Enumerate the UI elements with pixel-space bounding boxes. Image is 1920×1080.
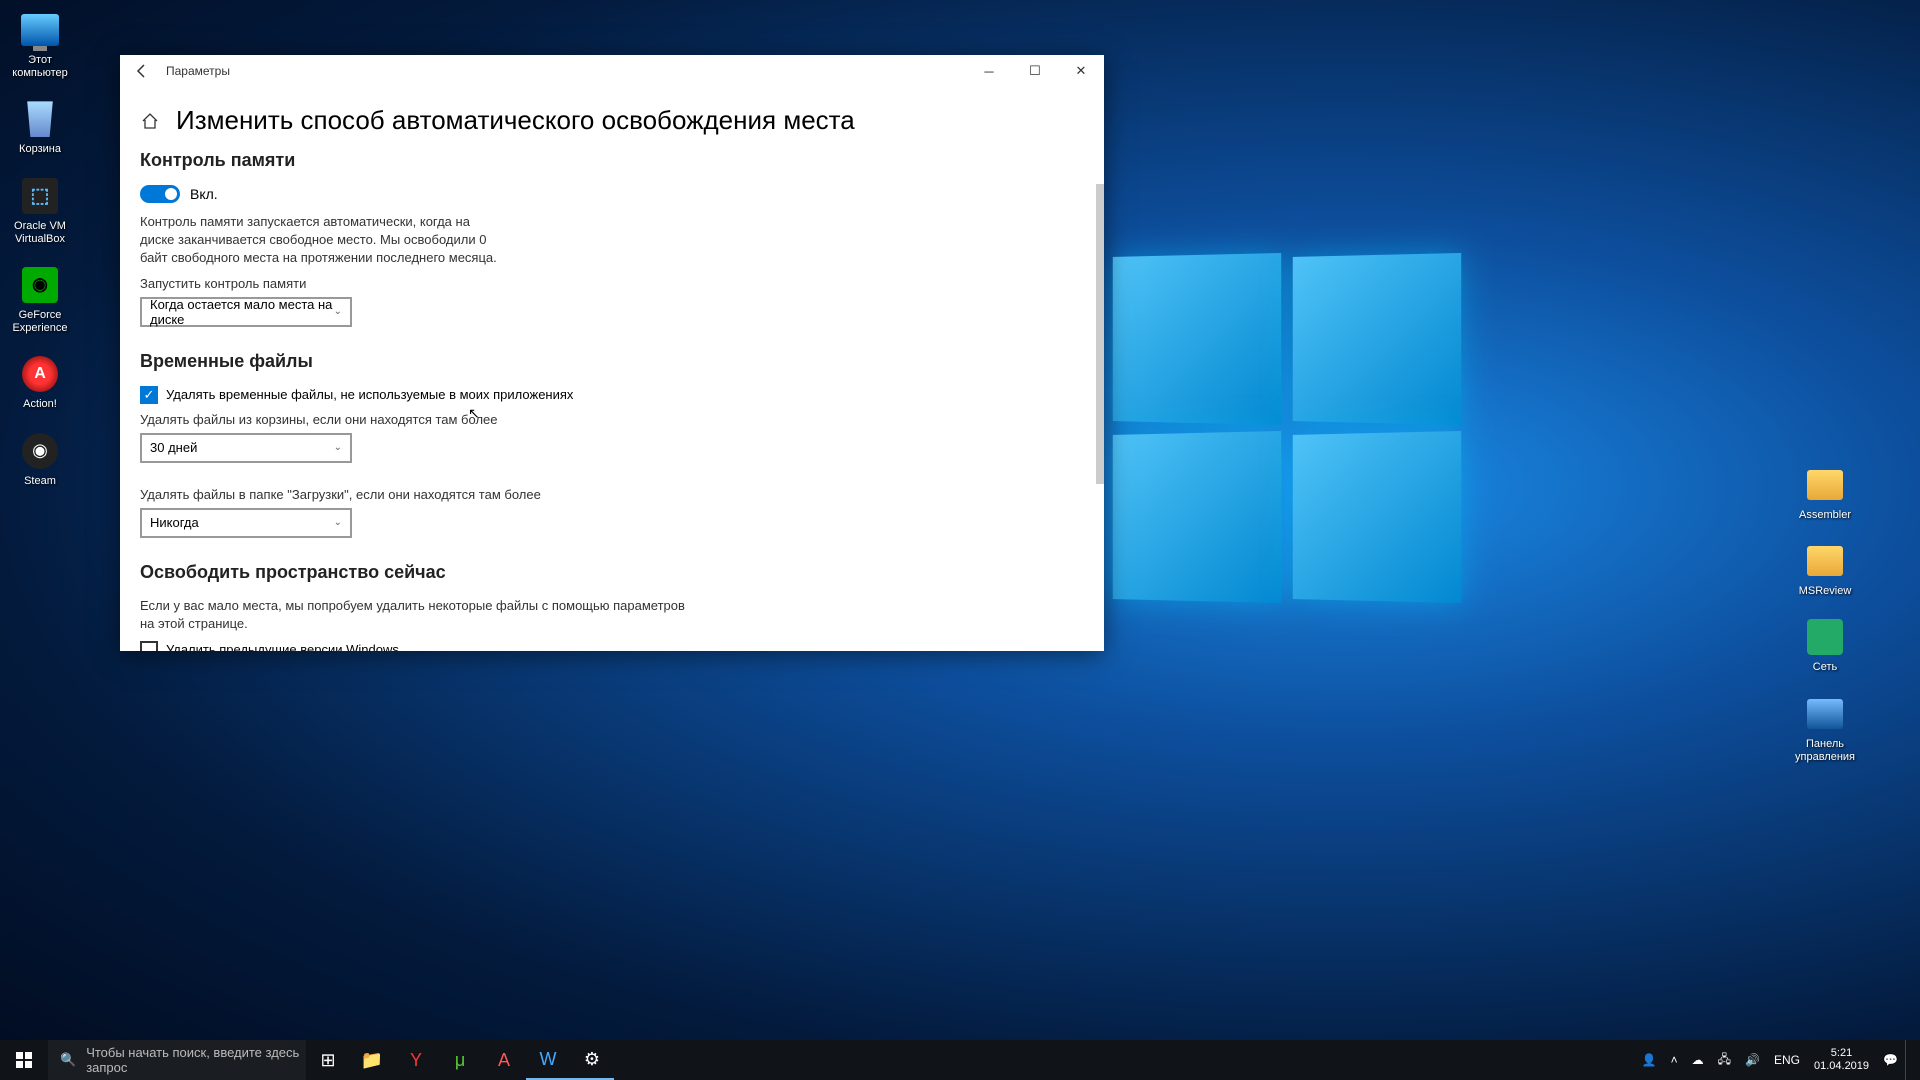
- desktop-icon-label: Action!: [0, 398, 80, 411]
- desktop-icon-label: Сеть: [1785, 661, 1865, 674]
- desktop-icon-label: Этоткомпьютер: [0, 54, 80, 80]
- titlebar: Параметры ─ ☐ ✕: [120, 55, 1104, 87]
- show-desktop-button[interactable]: [1905, 1040, 1920, 1080]
- taskbar-settings[interactable]: ⚙: [570, 1040, 614, 1080]
- home-icon: [140, 111, 160, 131]
- windows-icon: [16, 1052, 32, 1068]
- desktop-icon-label: Корзина: [0, 143, 80, 156]
- desktop-icons-right: Assembler MSReview Сеть Панельуправления: [1785, 460, 1865, 778]
- toggle-label: Вкл.: [190, 186, 218, 202]
- taskbar-yandex[interactable]: Y: [394, 1040, 438, 1080]
- section-heading-temp-files: Временные файлы: [140, 351, 1084, 372]
- desktop-icon-geforce[interactable]: ◉GeForceExperience: [0, 260, 80, 339]
- checkbox-label: Удалять временные файлы, не используемые…: [166, 387, 573, 402]
- storage-sense-toggle[interactable]: [140, 185, 180, 203]
- combo-value: Когда остается мало места на диске: [150, 297, 334, 327]
- desktop-icon-label: GeForceExperience: [0, 309, 80, 335]
- desktop-icon-network[interactable]: Сеть: [1785, 612, 1865, 678]
- clock-time: 5:21: [1831, 1047, 1852, 1060]
- tray-notifications[interactable]: 💬: [1876, 1040, 1905, 1080]
- close-button[interactable]: ✕: [1058, 55, 1104, 87]
- desktop-icon-label: Assembler: [1785, 509, 1865, 522]
- system-tray: 👤 ˄ ☁ 🖧 🔊 ENG 5:21 01.04.2019 💬: [1635, 1040, 1920, 1080]
- clock-date: 01.04.2019: [1814, 1060, 1869, 1073]
- content-area: Контроль памяти Вкл. Контроль памяти зап…: [120, 150, 1104, 651]
- back-button[interactable]: [128, 57, 156, 85]
- section-heading-storage-sense: Контроль памяти: [140, 150, 1084, 171]
- downloads-combo[interactable]: Никогда ⌄: [140, 508, 352, 538]
- arrow-left-icon: [134, 63, 150, 79]
- task-view-button[interactable]: ⊞: [306, 1040, 350, 1080]
- taskbar: 🔍 Чтобы начать поиск, введите здесь запр…: [0, 1040, 1920, 1080]
- search-icon: 🔍: [60, 1052, 76, 1068]
- recycle-bin-combo[interactable]: 30 дней ⌄: [140, 433, 352, 463]
- tray-onedrive[interactable]: ☁: [1685, 1040, 1711, 1080]
- maximize-button[interactable]: ☐: [1012, 55, 1058, 87]
- desktop-icon-label: Steam: [0, 475, 80, 488]
- desktop-icon-control-panel[interactable]: Панельуправления: [1785, 689, 1865, 768]
- free-now-description: Если у вас мало места, мы попробуем удал…: [140, 597, 700, 633]
- taskbar-word[interactable]: W: [526, 1040, 570, 1080]
- delete-previous-windows-checkbox[interactable]: [140, 641, 158, 651]
- tray-people[interactable]: 👤: [1635, 1040, 1664, 1080]
- settings-window: Параметры ─ ☐ ✕ Изменить способ автомати…: [120, 55, 1104, 651]
- desktop-icon-this-pc[interactable]: Этоткомпьютер: [0, 5, 80, 84]
- desktop-icon-label: MSReview: [1785, 585, 1865, 598]
- desktop-icon-msreview[interactable]: MSReview: [1785, 536, 1865, 602]
- downloads-label: Удалять файлы в папке "Загрузки", если о…: [140, 487, 1084, 502]
- desktop-icon-virtualbox[interactable]: ⬚Oracle VMVirtualBox: [0, 171, 80, 250]
- minimize-button[interactable]: ─: [966, 55, 1012, 87]
- desktop-icons-left: Этоткомпьютер Корзина ⬚Oracle VMVirtualB…: [0, 5, 80, 502]
- combo-value: 30 дней: [150, 440, 197, 455]
- tray-network[interactable]: 🖧: [1711, 1040, 1738, 1080]
- window-title: Параметры: [166, 64, 230, 78]
- home-button[interactable]: [140, 111, 160, 131]
- desktop-icon-recycle-bin[interactable]: Корзина: [0, 94, 80, 160]
- desktop-icon-steam[interactable]: ◉Steam: [0, 426, 80, 492]
- checkbox-label: Удалить предыдущие версии Windows: [166, 642, 399, 651]
- recycle-bin-label: Удалять файлы из корзины, если они наход…: [140, 412, 1084, 427]
- desktop-icon-label: Oracle VMVirtualBox: [0, 220, 80, 246]
- taskbar-action[interactable]: A: [482, 1040, 526, 1080]
- chevron-down-icon: ⌄: [334, 306, 342, 317]
- combo-value: Никогда: [150, 515, 199, 530]
- run-storage-sense-combo[interactable]: Когда остается мало места на диске ⌄: [140, 297, 352, 327]
- scrollbar[interactable]: [1096, 184, 1104, 484]
- desktop-icon-action[interactable]: AAction!: [0, 349, 80, 415]
- run-storage-sense-label: Запустить контроль памяти: [140, 276, 1084, 291]
- search-placeholder: Чтобы начать поиск, введите здесь запрос: [86, 1045, 306, 1075]
- chevron-down-icon: ⌄: [334, 442, 342, 453]
- chevron-down-icon: ⌄: [334, 517, 342, 528]
- page-title: Изменить способ автоматического освобожд…: [176, 105, 855, 136]
- storage-sense-description: Контроль памяти запускается автоматическ…: [140, 213, 500, 268]
- search-box[interactable]: 🔍 Чтобы начать поиск, введите здесь запр…: [48, 1040, 306, 1080]
- taskbar-utorrent[interactable]: μ: [438, 1040, 482, 1080]
- desktop-icon-assembler[interactable]: Assembler: [1785, 460, 1865, 526]
- wallpaper-windows-logo: [1110, 255, 1460, 605]
- tray-language[interactable]: ENG: [1767, 1040, 1807, 1080]
- start-button[interactable]: [0, 1040, 48, 1080]
- desktop-icon-label: Панельуправления: [1785, 738, 1865, 764]
- tray-volume[interactable]: 🔊: [1738, 1040, 1767, 1080]
- tray-clock[interactable]: 5:21 01.04.2019: [1807, 1040, 1876, 1080]
- taskbar-file-explorer[interactable]: 📁: [350, 1040, 394, 1080]
- section-heading-free-now: Освободить пространство сейчас: [140, 562, 1084, 583]
- delete-temp-files-checkbox[interactable]: ✓: [140, 386, 158, 404]
- tray-show-hidden[interactable]: ˄: [1664, 1040, 1685, 1080]
